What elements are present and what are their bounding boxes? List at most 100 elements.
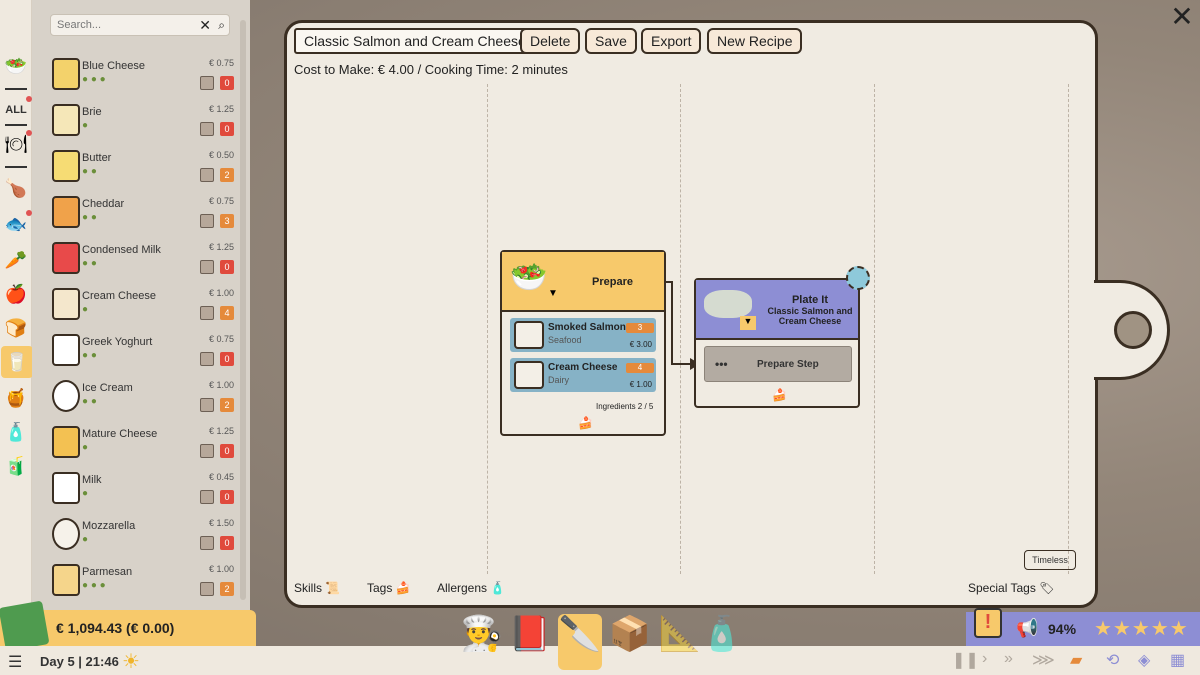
stock-box-icon xyxy=(200,168,214,182)
key-f-icon[interactable]: ▰ xyxy=(1070,650,1082,670)
butter-icon xyxy=(52,150,80,182)
ingredient-card-name: Smoked Salmon xyxy=(548,322,626,333)
ingredient-price: € 1.25 xyxy=(208,426,234,436)
ingredient-tags: ● ● ● xyxy=(82,580,106,591)
timeless-badge[interactable]: Timeless xyxy=(1024,550,1076,570)
money-bar: € 1,094.43 (€ 0.00) xyxy=(0,600,256,652)
ingredient-item[interactable]: Mozzarella ● € 1.50 0 xyxy=(50,516,238,562)
skills-section[interactable]: Skills 📜 xyxy=(294,581,340,595)
grid-icon[interactable]: ▦ xyxy=(1170,650,1185,670)
menu-book-icon[interactable]: 📕 xyxy=(508,614,552,670)
ingredient-name: Condensed Milk xyxy=(82,244,161,256)
ingredient-item[interactable]: Butter ● ● € 0.50 2 xyxy=(50,148,238,194)
prepare-node-header: 🥗 ▼ Prepare xyxy=(502,252,664,312)
chef-icon[interactable]: 👨‍🍳 xyxy=(460,614,504,670)
dairy-category-icon[interactable]: 🥛 xyxy=(1,346,33,378)
allergens-section[interactable]: Allergens 🧴 xyxy=(437,581,505,595)
stock-count: 2 xyxy=(220,398,234,412)
crate-icon[interactable]: 📦 xyxy=(608,614,652,670)
fruit-category-icon[interactable]: 🍎 xyxy=(4,282,28,306)
ingredient-scrollbar[interactable] xyxy=(240,20,246,600)
rail-all-button[interactable]: ALL xyxy=(4,96,32,122)
ingredient-item[interactable]: Parmesan ● ● ● € 1.00 2 xyxy=(50,562,238,608)
rotate-icon[interactable]: ⟲ xyxy=(1106,650,1119,670)
fastest-forward-icon[interactable]: ⋙ xyxy=(1032,650,1055,670)
dropdown-arrow-icon[interactable]: ▼ xyxy=(548,288,558,299)
status-panel: ! 📢 94% ★★★★★ xyxy=(966,608,1200,646)
stock-box-icon xyxy=(200,352,214,366)
meal-category-icon[interactable]: 🥗 xyxy=(4,54,28,78)
stock-count: 0 xyxy=(220,490,234,504)
ingredient-item[interactable]: Milk ● € 0.45 0 xyxy=(50,470,238,516)
ingredient-item[interactable]: Mature Cheese ● € 1.25 0 xyxy=(50,424,238,470)
search-input[interactable]: Search... ✕ ⌕ xyxy=(50,14,230,36)
bread-category-icon[interactable]: 🍞 xyxy=(4,316,28,340)
alert-icon[interactable]: ! xyxy=(974,608,1002,638)
dropdown-arrow-icon[interactable]: ▼ xyxy=(740,316,756,330)
cube-icon[interactable]: ◈ xyxy=(1138,650,1150,670)
jar-category-icon[interactable]: 🍯 xyxy=(4,386,28,410)
blue-cheese-icon xyxy=(52,58,80,90)
stock-box-icon xyxy=(200,260,214,274)
save-button[interactable]: Save xyxy=(585,28,637,54)
ingredient-item[interactable]: Brie ● € 1.25 0 xyxy=(50,102,238,148)
ingredient-name: Mature Cheese xyxy=(82,428,158,440)
ingredient-item[interactable]: Ice Cream ● ● € 1.00 2 xyxy=(50,378,238,424)
stock-box-icon xyxy=(200,582,214,596)
cheddar-icon xyxy=(52,196,80,228)
gear-icon[interactable] xyxy=(846,266,870,290)
prepare-step-button[interactable]: ••• Prepare Step xyxy=(704,346,852,382)
ingredient-item[interactable]: Cream Cheese ● € 1.00 4 xyxy=(50,286,238,332)
recipe-board-icon[interactable]: 🔪 xyxy=(558,614,602,670)
ingredient-tags: ● xyxy=(82,534,89,545)
close-icon[interactable]: ✕ xyxy=(1168,3,1196,32)
special-tags-section[interactable]: Special Tags 🏷 xyxy=(968,581,1054,595)
ingredient-price: € 1.25 xyxy=(208,104,234,114)
fast-forward-icon[interactable]: » xyxy=(1004,650,1013,668)
play-icon[interactable]: › xyxy=(982,650,987,668)
plate-node-header: ▼ Plate It Classic Salmon and Cream Chee… xyxy=(696,280,858,340)
pause-icon[interactable]: ❚❚ xyxy=(952,650,979,670)
tags-label: Tags xyxy=(367,581,393,595)
ingredient-name: Parmesan xyxy=(82,566,133,578)
ingredient-item[interactable]: Blue Cheese ● ● ● € 0.75 0 xyxy=(50,56,238,102)
recipe-name-field[interactable]: Classic Salmon and Cream Cheese xyxy=(294,28,536,54)
clear-search-icon[interactable]: ✕ xyxy=(199,17,211,34)
ingredient-card[interactable]: Smoked Salmon Seafood 3 € 3.00 xyxy=(510,318,656,352)
bottom-toolbar: 👨‍🍳 📕 🔪 📦 📐 🧴 xyxy=(460,614,760,674)
new-recipe-button[interactable]: New Recipe xyxy=(707,28,803,54)
search-icon[interactable]: ⌕ xyxy=(218,18,225,33)
sauce-category-icon[interactable]: 🧴 xyxy=(4,420,28,444)
ingredient-price: € 1.25 xyxy=(208,242,234,252)
ingredient-card-category: Dairy xyxy=(548,375,570,385)
ingredient-item[interactable]: Greek Yoghurt ● ● € 0.75 0 xyxy=(50,332,238,378)
ingredient-item[interactable]: Condensed Milk ● ● € 1.25 0 xyxy=(50,240,238,286)
cream-cheese-icon xyxy=(514,361,544,389)
ingredient-item[interactable]: Cheddar ● ● € 0.75 3 xyxy=(50,194,238,240)
ingredient-card[interactable]: Cream Cheese Dairy 4 € 1.00 xyxy=(510,358,656,392)
prepare-node[interactable]: 🥗 ▼ Prepare Smoked Salmon Seafood 3 € 3.… xyxy=(500,250,666,436)
vegetable-category-icon[interactable]: 🥕 xyxy=(4,248,28,272)
export-button[interactable]: Export xyxy=(641,28,702,54)
ingredient-card-price: € 1.00 xyxy=(629,380,652,389)
tags-section[interactable]: Tags 🍰 xyxy=(367,581,411,595)
fish-category-icon[interactable]: 🐟 xyxy=(4,210,32,236)
ingredient-name: Blue Cheese xyxy=(82,60,145,72)
ingredient-price: € 1.00 xyxy=(208,288,234,298)
cloche-category-icon[interactable]: 🍽 xyxy=(4,130,32,156)
delete-button[interactable]: Delete xyxy=(520,28,581,54)
cleaning-spray-icon[interactable]: 🧴 xyxy=(700,614,744,670)
ingredient-name: Cream Cheese xyxy=(82,290,156,302)
meat-category-icon[interactable]: 🍗 xyxy=(4,176,28,200)
stock-box-icon xyxy=(200,214,214,228)
prepare-step-label: Prepare Step xyxy=(757,359,819,370)
ingredient-tags: ● ● xyxy=(82,212,97,223)
plate-node[interactable]: ▼ Plate It Classic Salmon and Cream Chee… xyxy=(694,278,860,408)
drink-category-icon[interactable]: 🧃 xyxy=(4,454,28,478)
ingredient-tags: ● xyxy=(82,120,89,131)
ingredient-card-count: 4 xyxy=(626,363,654,373)
ingredient-tags: ● ● xyxy=(82,166,97,177)
blueprint-icon[interactable]: 📐 xyxy=(658,614,702,670)
rail-divider xyxy=(5,124,27,126)
menu-icon[interactable]: ☰ xyxy=(8,652,22,672)
